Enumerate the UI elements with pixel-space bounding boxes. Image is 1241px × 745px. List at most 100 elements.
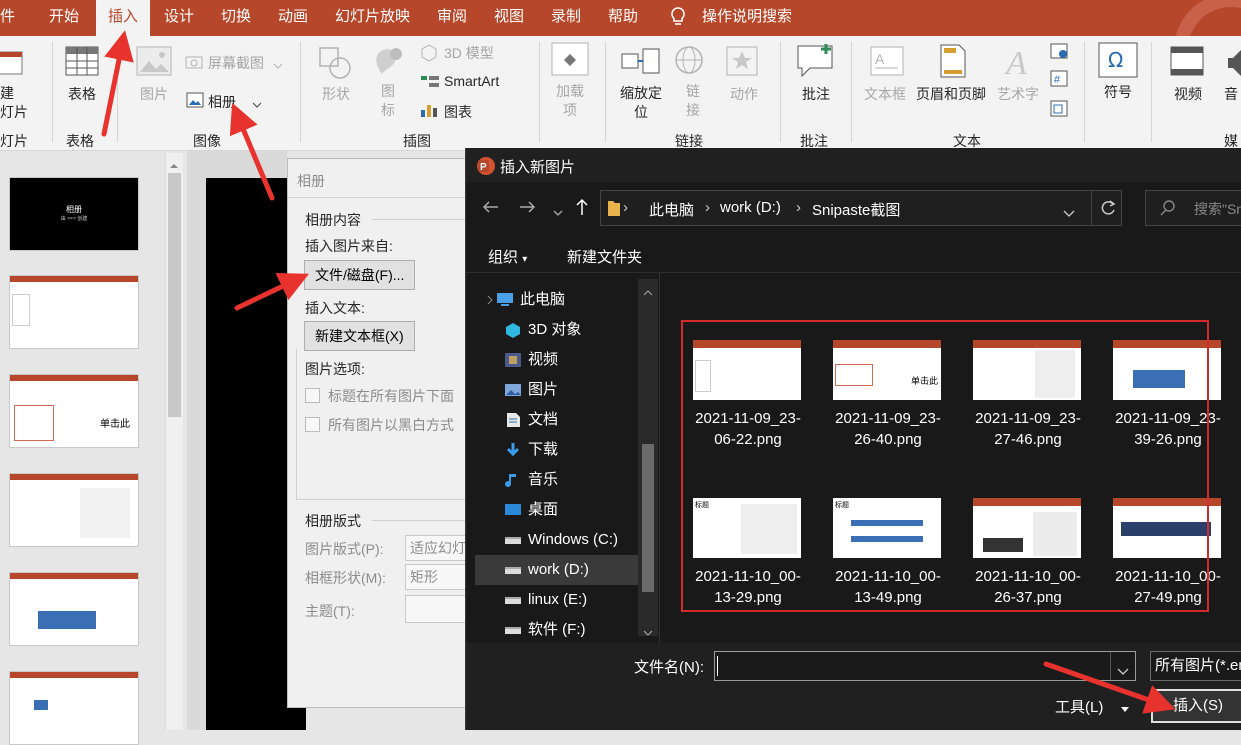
header-footer-button[interactable]: 页眉和页脚 xyxy=(916,84,986,104)
scroll-up-icon[interactable] xyxy=(169,157,179,173)
nav-scroll-thumb[interactable] xyxy=(642,444,654,592)
drive-icon xyxy=(504,560,522,576)
action-button[interactable]: 动作 xyxy=(726,84,762,104)
tell-me-search[interactable]: 操作说明搜索 xyxy=(702,0,792,36)
nav-item-0[interactable]: 此电脑 xyxy=(496,286,565,314)
zoom-button[interactable]: 缩放定 位 xyxy=(615,84,667,122)
tab-animations[interactable]: 动画 xyxy=(278,0,308,36)
expand-chevron-icon[interactable] xyxy=(486,292,494,308)
group-label-images: 图像 xyxy=(193,133,221,149)
chevron-down-icon[interactable] xyxy=(553,204,563,220)
up-icon[interactable] xyxy=(575,198,589,219)
new-slide-button[interactable]: 建 灯片 xyxy=(0,84,32,122)
file-disk-button[interactable]: 文件/磁盘(F)... xyxy=(304,260,416,290)
address-bar[interactable]: › 此电脑 › work (D:) › Snipaste截图 xyxy=(600,190,1122,226)
thumb-title: 相册 xyxy=(66,205,82,214)
addins-button[interactable]: 加载 项 xyxy=(554,82,586,120)
nav-item-1[interactable]: 3D 对象 xyxy=(504,316,581,344)
comment-button[interactable]: 批注 xyxy=(798,84,834,104)
forward-icon[interactable] xyxy=(519,200,537,217)
new-textbox-button[interactable]: 新建文本框(X) xyxy=(304,321,415,351)
tab-slideshow[interactable]: 幻灯片放映 xyxy=(335,0,410,36)
album-button[interactable]: 相册 xyxy=(208,92,236,112)
nav-item-8[interactable]: Windows (C:) xyxy=(504,526,618,554)
pictures-button[interactable]: 图片 xyxy=(130,84,178,104)
search-placeholder: 搜索"Sn xyxy=(1194,201,1241,217)
nav-item-10[interactable]: linux (E:) xyxy=(504,586,587,614)
nav-item-6[interactable]: 音乐 xyxy=(504,466,558,494)
breadcrumb-drive[interactable]: work (D:) xyxy=(720,199,781,216)
caption-checkbox[interactable] xyxy=(305,388,320,403)
nav-item-4[interactable]: 文档 xyxy=(504,406,558,434)
picture-options-label: 图片选项: xyxy=(305,361,365,377)
tab-home[interactable]: 开始 xyxy=(49,0,79,36)
tab-file[interactable]: 件 xyxy=(0,0,15,36)
slide-thumbnail-5[interactable] xyxy=(9,572,139,646)
nav-item-3[interactable]: 图片 xyxy=(504,376,558,404)
video-button[interactable]: 视频 xyxy=(1170,84,1206,104)
nav-item-label: 3D 对象 xyxy=(528,321,582,338)
cube-icon xyxy=(420,44,438,65)
nav-item-label: 音乐 xyxy=(528,471,559,488)
scroll-up-icon[interactable] xyxy=(643,284,653,300)
nav-item-2[interactable]: 视频 xyxy=(504,346,558,374)
video-icon xyxy=(1170,46,1204,79)
scroll-down-icon[interactable] xyxy=(643,624,653,640)
menu-bar: 件 开始 插入 设计 切换 动画 幻灯片放映 审阅 视图 录制 帮助 操作说明搜… xyxy=(0,0,1241,36)
filename-input[interactable] xyxy=(714,651,1136,681)
chevron-down-icon[interactable] xyxy=(1120,701,1130,717)
slide-thumbnail-pane: 相册 由 ××× 创建 单击此 xyxy=(0,151,187,745)
textbox-button[interactable]: 文本框 xyxy=(864,84,906,104)
tab-insert[interactable]: 插入 xyxy=(96,0,150,36)
chevron-down-icon[interactable] xyxy=(1117,663,1129,679)
slide-thumbnail-3[interactable]: 单击此 xyxy=(9,374,139,448)
chevron-down-icon xyxy=(252,96,262,112)
smartart-button[interactable]: SmartArt xyxy=(444,73,499,89)
tab-help[interactable]: 帮助 xyxy=(608,0,638,36)
chart-button[interactable]: 图表 xyxy=(444,102,472,122)
icons-button[interactable]: 图 标 xyxy=(378,82,398,120)
breadcrumb-folder[interactable]: Snipaste截图 xyxy=(812,199,900,220)
slide-thumbnail-2[interactable] xyxy=(9,275,139,349)
organize-menu[interactable]: 组织 ▾ xyxy=(488,246,527,267)
dialog-titlebar: P 插入新图片 xyxy=(466,148,1241,182)
audio-button[interactable]: 音 xyxy=(1224,84,1241,104)
insert-from-label: 插入图片来自: xyxy=(305,238,393,254)
breadcrumb-pc[interactable]: 此电脑 xyxy=(649,199,694,220)
tab-transitions[interactable]: 切换 xyxy=(221,0,251,36)
thumb-subtitle: 由 ××× 创建 xyxy=(60,216,88,222)
3d-model-button[interactable]: 3D 模型 xyxy=(444,43,494,63)
symbol-button[interactable]: 符号 xyxy=(1102,82,1134,102)
slide-thumbnail-4[interactable] xyxy=(9,473,139,547)
symbol-icon: Ω xyxy=(1098,42,1138,81)
new-folder-button[interactable]: 新建文件夹 xyxy=(567,246,642,267)
slide-thumbnail-6[interactable] xyxy=(9,671,139,745)
tab-review[interactable]: 审阅 xyxy=(437,0,467,36)
tools-menu[interactable]: 工具(L) xyxy=(1055,696,1103,717)
shapes-button[interactable]: 形状 xyxy=(316,84,356,104)
wordart-button[interactable]: 艺术字 xyxy=(997,84,1039,104)
screenshot-button[interactable]: 屏幕截图 xyxy=(208,53,264,73)
thumbnail-scrollbar[interactable] xyxy=(165,153,183,730)
nav-item-5[interactable]: 下载 xyxy=(504,436,558,464)
nav-item-label: 视频 xyxy=(528,351,559,368)
tab-view[interactable]: 视图 xyxy=(494,0,524,36)
filetype-select[interactable]: 所有图片(*.em xyxy=(1150,651,1241,681)
table-button[interactable]: 表格 xyxy=(60,84,104,104)
refresh-icon[interactable] xyxy=(1099,199,1117,220)
dialog-title: 相册 xyxy=(297,173,325,189)
slide-thumbnail-1[interactable]: 相册 由 ××× 创建 xyxy=(9,177,139,251)
chevron-down-icon[interactable] xyxy=(1063,205,1075,221)
back-icon[interactable] xyxy=(481,200,499,217)
tab-record[interactable]: 录制 xyxy=(551,0,581,36)
search-box[interactable]: 搜索"Sn xyxy=(1145,190,1241,226)
nav-item-9[interactable]: work (D:) xyxy=(504,556,589,584)
nav-item-11[interactable]: 软件 (F:) xyxy=(504,616,586,644)
nav-item-7[interactable]: 桌面 xyxy=(504,496,558,524)
black-white-checkbox[interactable] xyxy=(305,417,320,432)
tab-design[interactable]: 设计 xyxy=(164,0,194,36)
drive-icon xyxy=(504,530,522,546)
insert-button[interactable]: 插入(S) xyxy=(1151,689,1241,723)
organize-label: 组织 xyxy=(488,249,519,266)
link-button[interactable]: 链 接 xyxy=(683,82,703,120)
